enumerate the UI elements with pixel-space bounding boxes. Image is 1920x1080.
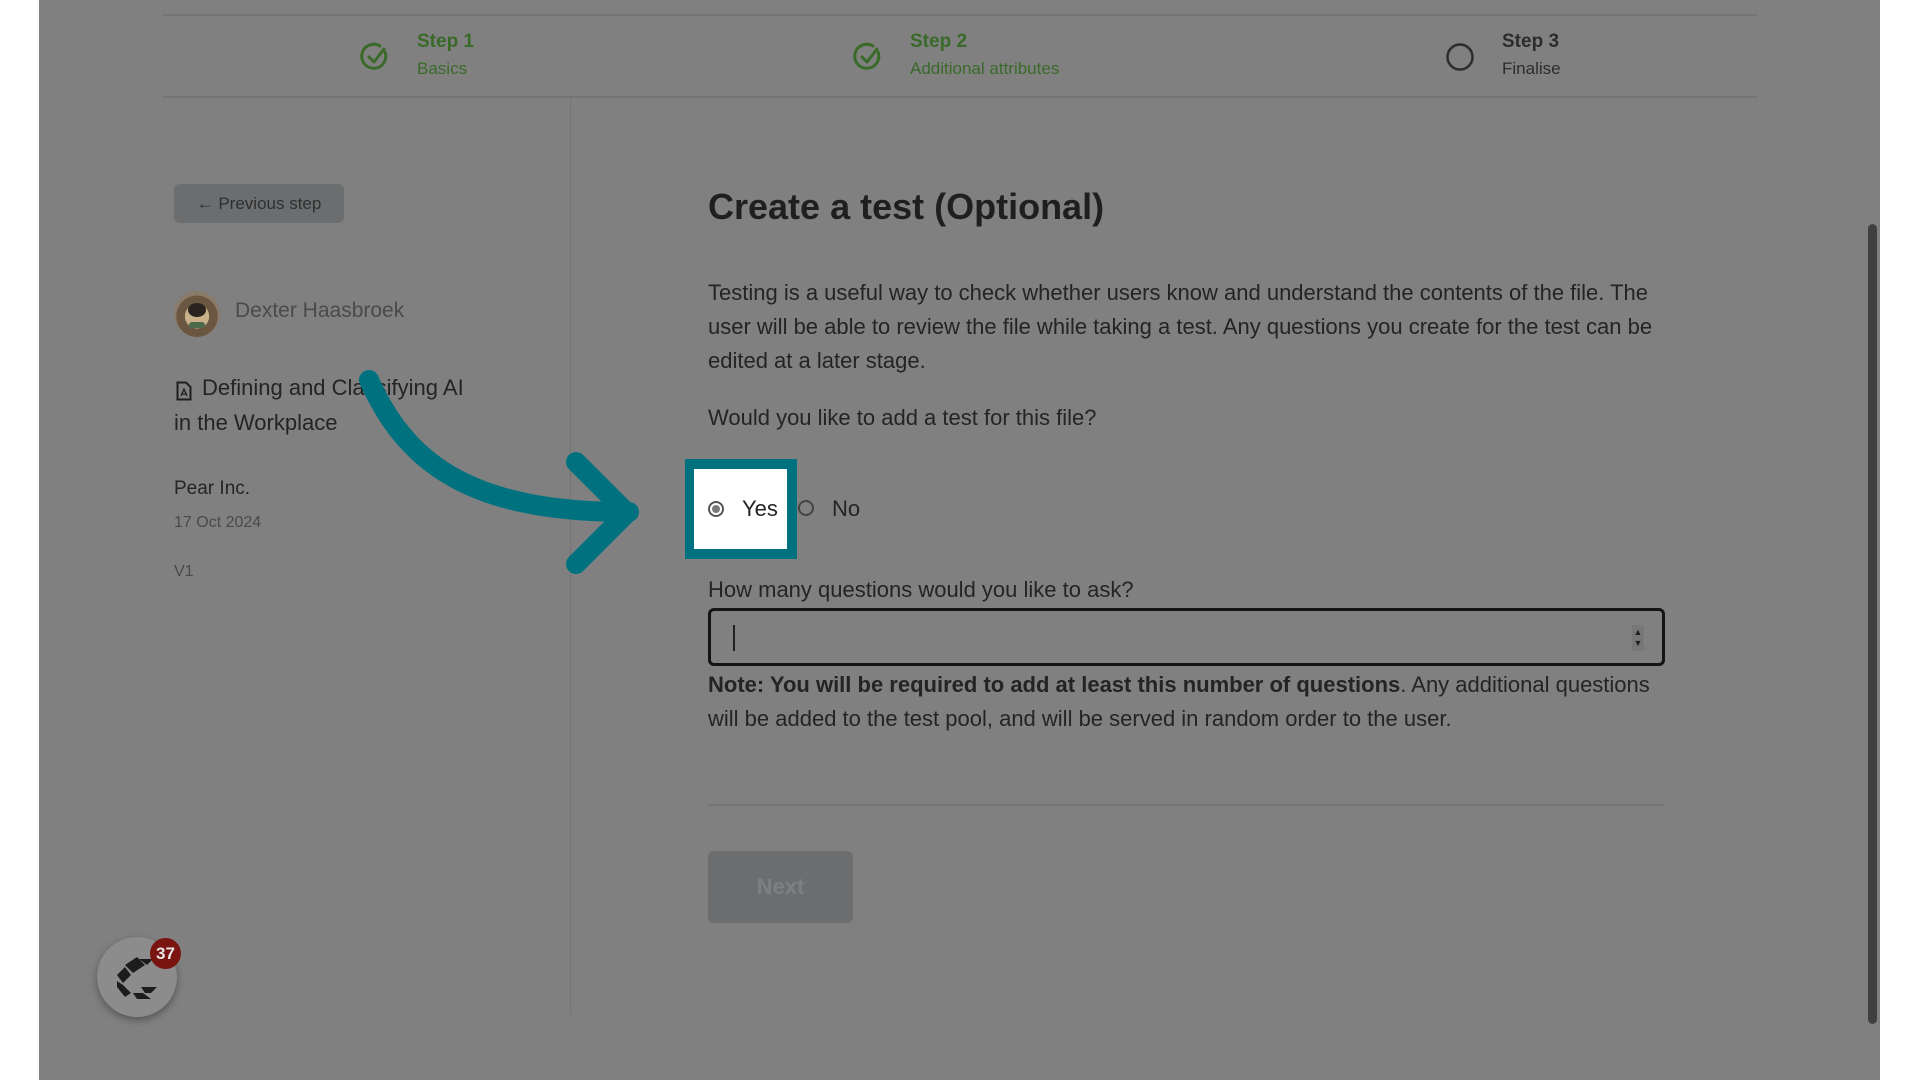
notification-badge: 37 xyxy=(150,938,181,969)
radio-no-input[interactable] xyxy=(798,500,814,516)
annotation-arrow-icon xyxy=(359,370,639,574)
number-spinner[interactable]: ▲ ▼ xyxy=(1632,625,1644,651)
step-2-subtitle: Additional attributes xyxy=(910,59,1060,78)
step-3-subtitle: Finalise xyxy=(1502,59,1561,78)
author-name: Dexter Haasbroek xyxy=(235,299,405,322)
page-title: Create a test (Optional) xyxy=(708,186,1105,227)
empty-circle-icon xyxy=(1446,43,1474,71)
next-button[interactable]: Next xyxy=(708,851,853,923)
test-question: Would you like to add a test for this fi… xyxy=(708,405,1097,430)
radio-yes-label[interactable]: Yes xyxy=(742,496,778,522)
check-circle-icon xyxy=(360,42,388,70)
text-caret xyxy=(733,625,735,651)
document-date: 17 Oct 2024 xyxy=(174,514,262,531)
note-bold: Note: You will be required to add at lea… xyxy=(708,672,1401,697)
description-text: Testing is a useful way to check whether… xyxy=(708,280,1653,373)
check-circle-icon xyxy=(853,42,881,70)
pdf-file-icon xyxy=(176,381,192,401)
step-1-subtitle: Basics xyxy=(417,59,468,78)
scrollbar-thumb[interactable] xyxy=(1868,224,1877,1024)
radio-yes-input[interactable] xyxy=(708,501,724,517)
document-title-line2: in the Workplace xyxy=(174,410,338,435)
page-overlay: Step 1 Basics Step 2 Additional attribut… xyxy=(39,0,1880,1080)
stepper-bottom-border xyxy=(163,96,1757,98)
organization-name: Pear Inc. xyxy=(174,478,251,499)
note-text: Note: You will be required to add at lea… xyxy=(708,668,1678,736)
spin-up-icon[interactable]: ▲ xyxy=(1634,627,1643,638)
question-count-label: How many questions would you like to ask… xyxy=(708,577,1134,602)
form-divider xyxy=(708,804,1665,806)
step-3-title: Step 3 xyxy=(1502,31,1560,52)
document-title-line1: Defining and Classifying AI xyxy=(202,375,464,400)
question-count-input[interactable]: ▲ ▼ xyxy=(708,608,1665,666)
spin-down-icon[interactable]: ▼ xyxy=(1634,638,1643,649)
step-1-title: Step 1 xyxy=(417,31,475,52)
avatar xyxy=(174,291,220,337)
radio-no-label[interactable]: No xyxy=(832,496,860,522)
highlight-box xyxy=(685,459,797,559)
document-version: V1 xyxy=(174,563,194,580)
stepper-top-border xyxy=(163,14,1757,16)
previous-step-button[interactable]: ← Previous step xyxy=(174,184,344,223)
column-divider xyxy=(570,99,571,1014)
step-2-title: Step 2 xyxy=(910,31,968,52)
